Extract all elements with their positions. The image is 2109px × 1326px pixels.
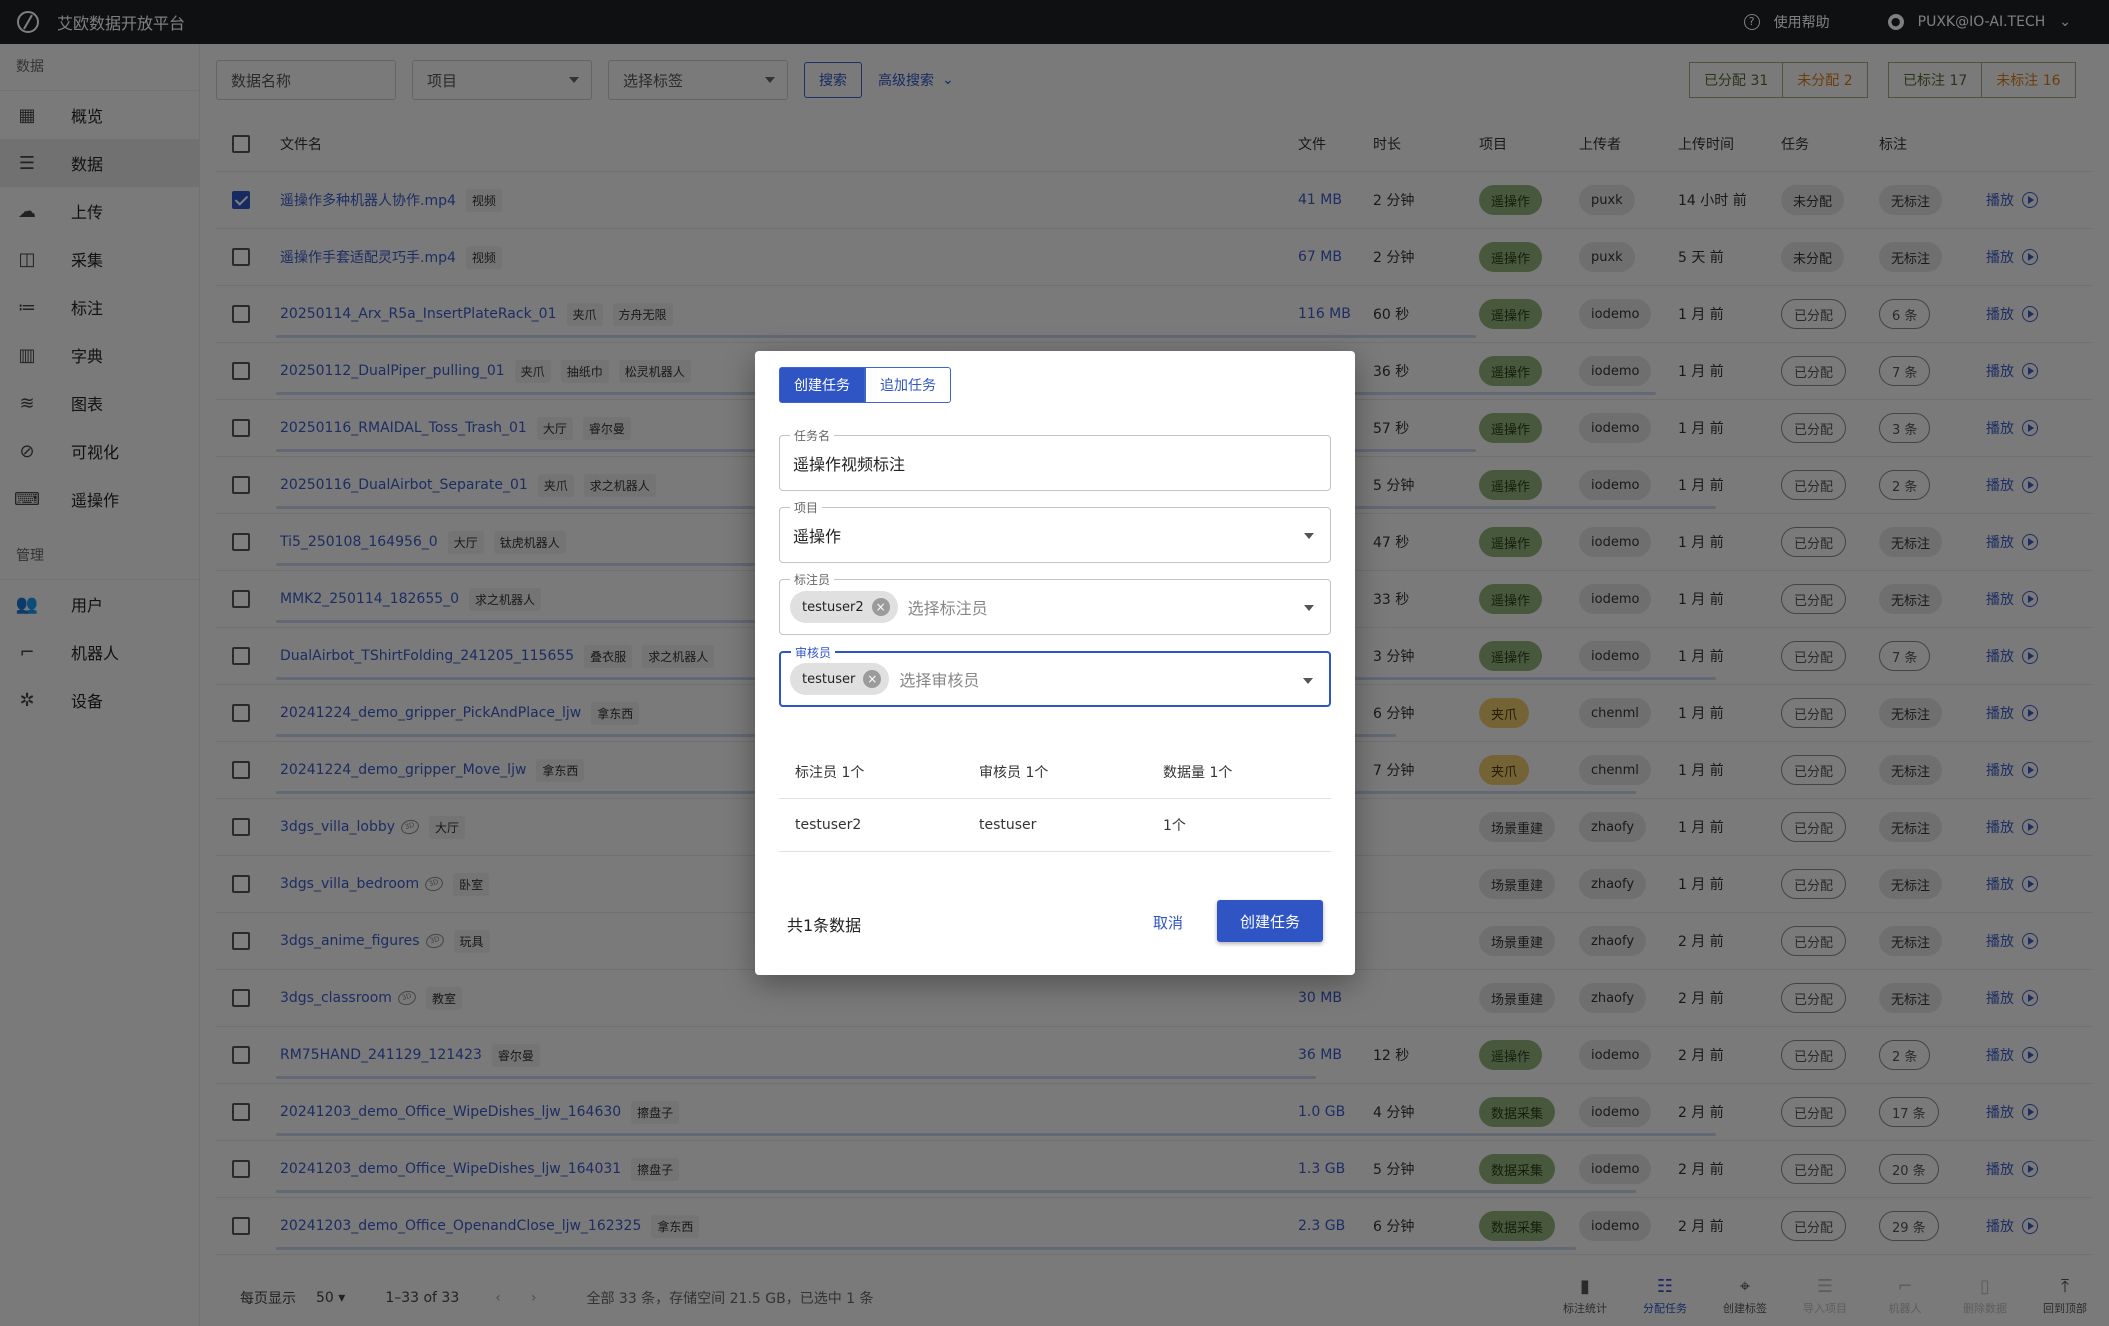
create-task-dialog: 创建任务 追加任务 任务名 遥操作视频标注 项目 遥操作 标注员 testuse…	[755, 351, 1355, 975]
assignment-summary: 标注员 1个 审核员 1个 数据量 1个 testuser2 testuser …	[779, 746, 1331, 852]
annotator-placeholder: 选择标注员	[907, 599, 988, 618]
annotator-field[interactable]: 标注员 testuser2 × 选择标注员	[779, 571, 1331, 635]
task-name-value: 遥操作视频标注	[793, 455, 906, 474]
remove-chip-icon[interactable]: ×	[871, 598, 890, 616]
tab-append-task[interactable]: 追加任务	[865, 367, 951, 403]
reviewer-placeholder: 选择审核员	[899, 671, 980, 690]
caret-down-icon	[1304, 605, 1314, 611]
annotator-chip: testuser2 ×	[790, 591, 898, 623]
project-field[interactable]: 项目 遥操作	[779, 499, 1331, 563]
summary-header: 标注员 1个 审核员 1个 数据量 1个	[779, 746, 1331, 799]
total-count: 共1条数据	[787, 916, 862, 935]
caret-down-icon	[1304, 533, 1314, 539]
project-value: 遥操作	[793, 527, 842, 546]
remove-chip-icon[interactable]: ×	[863, 670, 882, 688]
tab-create-task[interactable]: 创建任务	[779, 367, 865, 403]
reviewer-chip: testuser ×	[790, 663, 890, 695]
cancel-button[interactable]: 取消	[1153, 912, 1183, 933]
dialog-tabs: 创建任务 追加任务	[779, 367, 951, 403]
task-name-field[interactable]: 任务名 遥操作视频标注	[779, 427, 1331, 491]
summary-row: testuser2 testuser 1个	[779, 799, 1331, 852]
caret-down-icon	[1303, 678, 1313, 684]
create-task-button[interactable]: 创建任务	[1217, 900, 1323, 942]
reviewer-field[interactable]: 审核员 testuser × 选择审核员	[779, 644, 1331, 707]
